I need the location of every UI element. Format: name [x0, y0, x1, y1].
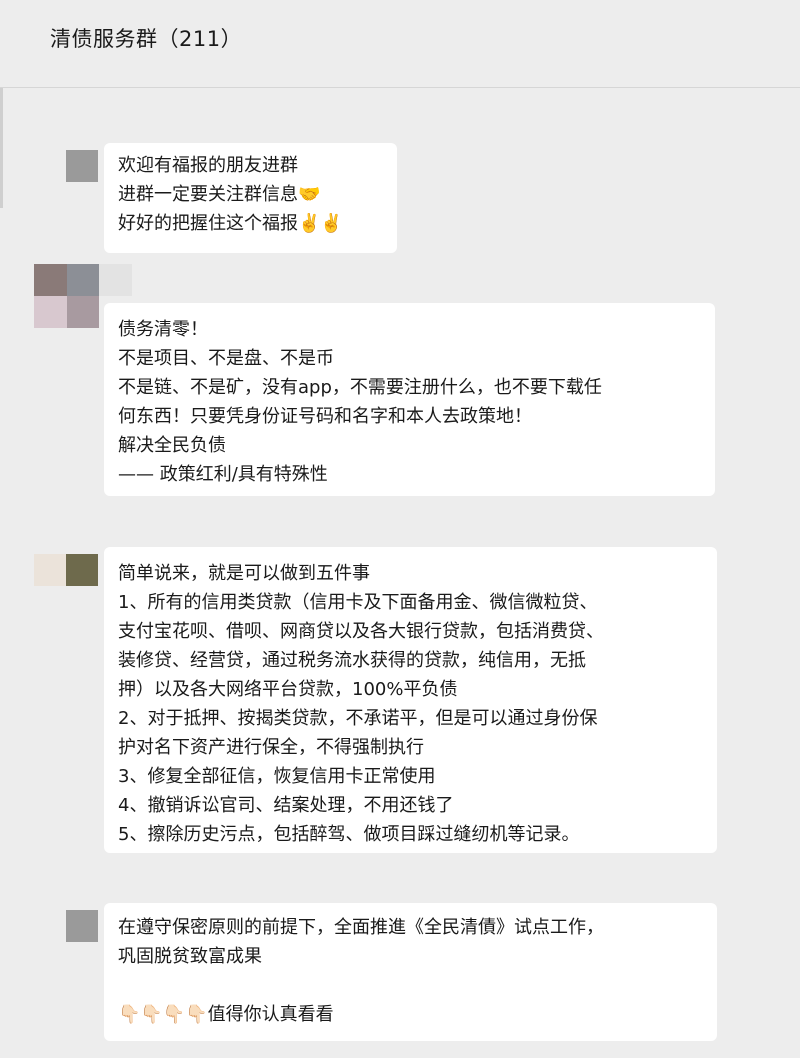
message-bubble[interactable]: 在遵守保密原则的前提下，全面推進《全民清債》试点工作， 巩固脱贫致富成果 👇🏻👇…: [104, 903, 717, 1041]
message-line: 2、对于抵押、按揭类贷款，不承诺平，但是可以通过身份保: [118, 708, 598, 729]
message-line: 5、擦除历史污点，包括醉驾、做项目踩过缝纫机等记录。: [118, 824, 580, 845]
message-line: 好好的把握住这个福报✌️✌️: [118, 213, 343, 234]
message-line: 护对名下资产进行保全，不得强制执行: [118, 737, 424, 758]
message-line: 债务清零！: [118, 319, 208, 340]
message-line: 4、撤销诉讼官司、结案处理，不用还钱了: [118, 795, 454, 816]
message-line: 在遵守保密原则的前提下，全面推進《全民清債》试点工作，: [118, 917, 604, 938]
message-line: 何东西！只要凭身份证号码和名字和本人去政策地！: [118, 406, 532, 427]
message-line: 装修贷、经营贷，通过税务流水获得的贷款，纯信用，无抵: [118, 650, 586, 671]
message-line: 不是链、不是矿，没有app，不需要注册什么，也不要下载任: [118, 377, 602, 398]
message-line: 3、修复全部征信，恢复信用卡正常使用: [118, 766, 436, 787]
chat-header: 清债服务群（211）: [0, 0, 800, 88]
message-line: 👇🏻👇🏻👇🏻👇🏻值得你认真看看: [118, 1004, 334, 1025]
message-bubble[interactable]: 债务清零！ 不是项目、不是盘、不是币 不是链、不是矿，没有app，不需要注册什么…: [104, 303, 715, 496]
avatar[interactable]: [34, 118, 98, 182]
message-bubble[interactable]: 简单说来，就是可以做到五件事 1、所有的信用类贷款（信用卡及下面备用金、微信微粒…: [104, 547, 717, 853]
message-line: 巩固脱贫致富成果: [118, 946, 262, 967]
message-line: 解决全民负债: [118, 435, 226, 456]
group-title[interactable]: 清债服务群（211）: [50, 23, 242, 53]
message-line: 欢迎有福报的朋友进群: [118, 155, 298, 176]
message-line: 支付宝花呗、借呗、网商贷以及各大银行贷款，包括消费贷、: [118, 621, 604, 642]
message-line: 进群一定要关注群信息🤝: [118, 184, 321, 205]
message-line: 押）以及各大网络平台贷款，100%平负债: [118, 679, 458, 700]
message-line: 不是项目、不是盘、不是币: [118, 348, 334, 369]
left-edge-divider: [0, 88, 3, 208]
message-line: 简单说来，就是可以做到五件事: [118, 563, 370, 584]
avatar[interactable]: [34, 522, 98, 586]
message-line: —— 政策红利/具有特殊性: [118, 464, 328, 485]
message-line: 1、所有的信用类贷款（信用卡及下面备用金、微信微粒贷、: [118, 592, 598, 613]
message-line: [118, 971, 703, 1000]
message-bubble[interactable]: 欢迎有福报的朋友进群 进群一定要关注群信息🤝 好好的把握住这个福报✌️✌️: [104, 143, 397, 253]
avatar[interactable]: [34, 878, 98, 942]
